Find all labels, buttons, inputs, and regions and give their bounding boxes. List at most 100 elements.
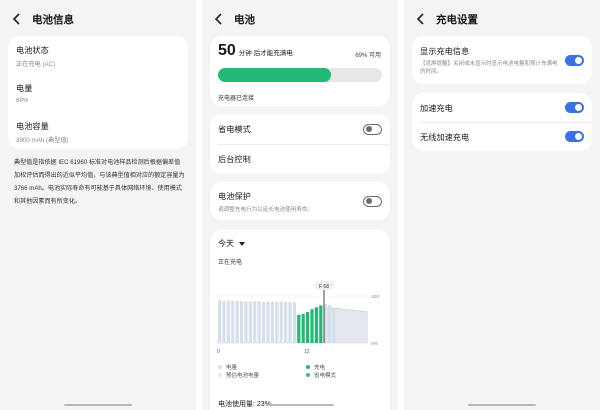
- toggle-knob: [575, 133, 582, 140]
- toggle-knob: [366, 198, 372, 204]
- battery-usage-chart: F 68 100 0% 0 12: [216, 281, 379, 355]
- battery-capacity-label: 电池容量: [16, 122, 49, 131]
- usage-bar: [279, 301, 283, 343]
- power-saving-label: 省电模式: [218, 125, 251, 134]
- y-axis-bottom-label: 0%: [371, 341, 379, 347]
- usage-bar: [270, 301, 274, 343]
- back-button[interactable]: [10, 12, 24, 26]
- x-tick-12: 12: [304, 349, 310, 355]
- charger-status: 充电器已连接: [218, 96, 255, 102]
- battery-protect-row[interactable]: 电池保护 调调整充电行为以延长电池使用寿命。: [210, 182, 390, 220]
- battery-info-screen: 电池信息 电池状态 正在充电 (AC) 电量 69% 电池容量 3900 mAh…: [0, 0, 196, 410]
- time-to-full: 50 分钟 后才能充满电: [218, 42, 293, 60]
- page-title: 电池: [234, 13, 255, 26]
- show-info-desc: 【息屏提醒】关闭或未显示时显示电池电量和预计充满电的时间。: [420, 60, 558, 75]
- battery-level-item: 电量 69%: [16, 82, 32, 104]
- battery-protect-desc: 调调整充电行为以延长电池使用寿命。: [218, 206, 314, 213]
- usage-bar: [257, 301, 261, 343]
- usage-bar: [244, 301, 248, 343]
- x-tick-0: 0: [217, 349, 220, 355]
- chevron-left-icon: [12, 13, 20, 25]
- usage-bar: [319, 305, 323, 343]
- usage-bar: [332, 308, 336, 343]
- charging-settings-screen: 充电设置 显示充电信息 【息屏提醒】关闭或未显示时显示电池电量和预计充满电的时间…: [404, 0, 600, 410]
- page-title: 电池信息: [32, 13, 74, 26]
- legend-swatch: [306, 373, 310, 377]
- period-dropdown[interactable]: 今天: [218, 238, 246, 249]
- usage-bar: [328, 304, 332, 343]
- period-label: 今天: [218, 239, 234, 248]
- battery-protect-toggle[interactable]: [363, 195, 382, 207]
- fast-charge-toggle[interactable]: [565, 102, 584, 113]
- legend-label: 电量: [226, 365, 238, 371]
- usage-bar: [226, 300, 230, 343]
- legend-swatch: [218, 373, 222, 377]
- usage-bar: [235, 300, 239, 343]
- battery-capacity-item: 电池容量 3900 mAh (典型值): [16, 120, 69, 144]
- header: 电池: [212, 10, 255, 28]
- show-info-card: 显示充电信息 【息屏提醒】关闭或未显示时显示电池电量和预计充满电的时间。: [412, 36, 592, 84]
- legend-swatch: [306, 365, 310, 369]
- battery-status-label: 电池状态: [16, 46, 49, 55]
- header: 电池信息: [10, 10, 74, 28]
- chevron-left-icon: [416, 13, 424, 25]
- usage-bar: [222, 300, 226, 343]
- usage-bar: [292, 302, 296, 343]
- fast-charge-row[interactable]: 加速充电: [412, 93, 592, 122]
- show-info-row[interactable]: 显示充电信息 【息屏提醒】关闭或未显示时显示电池电量和预计充满电的时间。: [412, 36, 592, 84]
- header: 充电设置: [414, 10, 478, 28]
- home-indicator: [64, 404, 132, 406]
- marker-label: F 68: [319, 284, 329, 290]
- charge-progress-fill: [218, 68, 332, 82]
- home-indicator: [266, 404, 334, 406]
- power-saving-toggle[interactable]: [363, 123, 382, 135]
- fast-charge-card: 加速充电 无线加速充电: [412, 93, 592, 151]
- y-axis-top-label: 100: [371, 294, 379, 300]
- usage-bar: [248, 301, 252, 343]
- back-button[interactable]: [414, 12, 428, 26]
- fast-charge-label: 加速充电: [420, 103, 453, 113]
- charge-time-card: 50 分钟 后才能充满电 69% 可用 充电器已连接: [210, 36, 390, 106]
- legend-item: 预估电池电量: [218, 371, 259, 379]
- legend-swatch: [218, 365, 222, 369]
- battery-level-value: 69%: [16, 97, 29, 104]
- usage-bar: [231, 300, 235, 343]
- usage-card: 今天 正在充电 F 68 100 0% 0 12 电量 充电 预估电池电量 省电…: [210, 230, 390, 410]
- time-number: 50: [218, 42, 236, 59]
- legend-label: 充电: [314, 365, 326, 371]
- usage-bar: [306, 311, 310, 343]
- usage-bar: [297, 314, 301, 343]
- usage-bar: [275, 301, 279, 343]
- time-suffix: 后才能充满电: [253, 50, 293, 57]
- legend-item: 省电模式: [306, 371, 336, 379]
- battery-level-label: 电量: [16, 84, 33, 93]
- usage-bars: [218, 299, 336, 343]
- wireless-fast-charge-row[interactable]: 无线加速充电: [412, 122, 592, 151]
- wireless-fast-charge-label: 无线加速充电: [420, 132, 470, 142]
- battery-screen: 电池 50 分钟 后才能充满电 69% 可用 充电器已连接 省电模式 后台控制 …: [202, 0, 398, 410]
- usage-bar: [314, 307, 318, 343]
- charging-status: 正在充电: [218, 260, 243, 266]
- usage-bar: [288, 302, 292, 343]
- battery-info-card: 电池状态 正在充电 (AC) 电量 69% 电池容量 3900 mAh (典型值…: [8, 36, 188, 149]
- caret-down-icon: [239, 241, 245, 246]
- home-indicator: [468, 404, 536, 406]
- usage-bar: [284, 301, 288, 343]
- battery-status-value: 正在充电 (AC): [16, 61, 56, 68]
- power-card: 省电模式 后台控制: [210, 114, 390, 174]
- legend-label: 预估电池电量: [226, 373, 260, 379]
- capacity-description: 典型值是指依据 IEC 61960 标准对电池样品检测后根据偏差值加权评估而得出…: [14, 159, 185, 205]
- show-info-label: 显示充电信息: [420, 46, 470, 56]
- time-unit: 分钟: [238, 50, 252, 57]
- back-button[interactable]: [212, 12, 226, 26]
- background-control-row[interactable]: 后台控制: [210, 144, 390, 174]
- background-control-label: 后台控制: [218, 155, 251, 164]
- wireless-fast-charge-toggle[interactable]: [565, 131, 584, 142]
- usage-bar: [253, 301, 257, 343]
- battery-status-item: 电池状态 正在充电 (AC): [16, 44, 55, 68]
- battery-protect-label: 电池保护: [218, 191, 251, 201]
- show-info-toggle[interactable]: [565, 54, 584, 66]
- power-saving-row[interactable]: 省电模式: [210, 114, 390, 144]
- usage-bar: [310, 309, 314, 343]
- battery-protect-card: 电池保护 调调整充电行为以延长电池使用寿命。: [210, 182, 390, 220]
